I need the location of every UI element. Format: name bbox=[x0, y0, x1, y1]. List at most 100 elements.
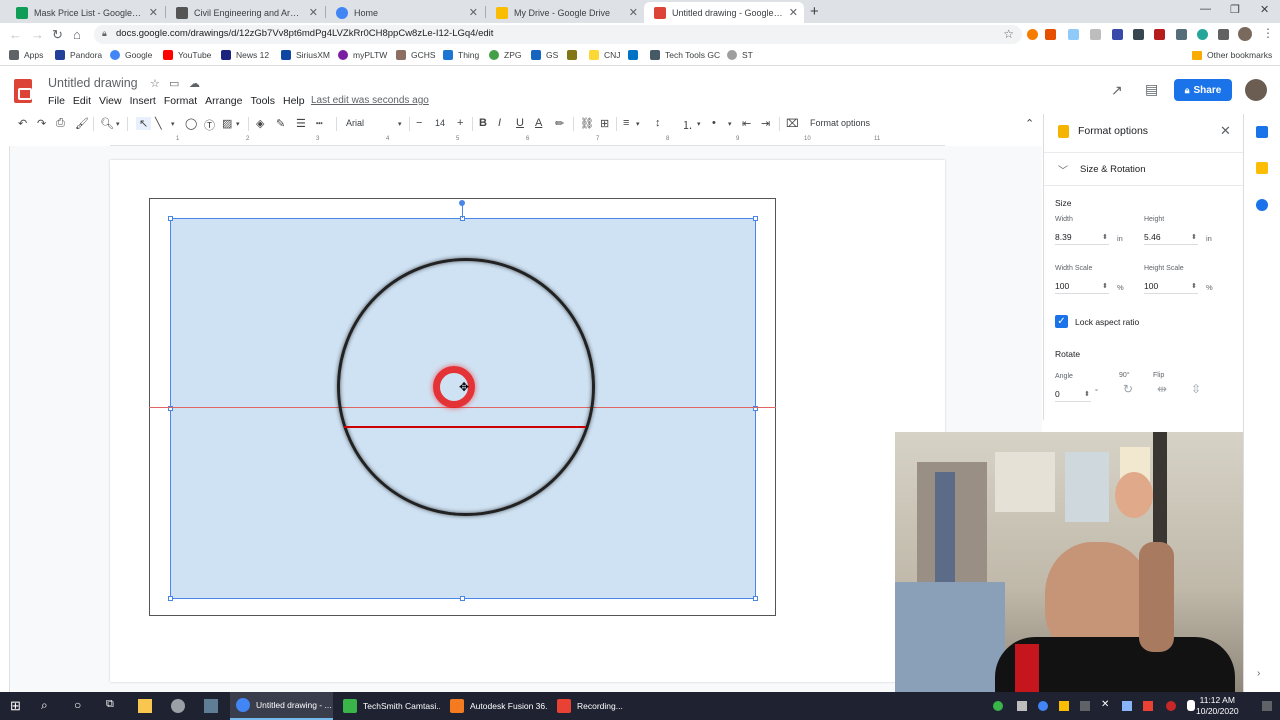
bookmark-gs[interactable]: GS bbox=[531, 50, 558, 60]
link-icon[interactable]: ⛓ bbox=[580, 117, 594, 130]
line-tool-icon[interactable]: ╲ bbox=[155, 117, 162, 130]
tray-app-icon[interactable] bbox=[1166, 701, 1176, 711]
lock-aspect-checkbox[interactable]: ✓ bbox=[1055, 315, 1068, 328]
bookmark-siriusxm[interactable]: SiriusXM bbox=[281, 50, 330, 60]
share-button[interactable]: 🔒︎ Share bbox=[1174, 79, 1232, 101]
rotation-handle[interactable] bbox=[459, 200, 465, 206]
image-dropdown-icon[interactable]: ▾ bbox=[236, 120, 240, 128]
clear-formatting-icon[interactable]: ⌧ bbox=[786, 117, 799, 130]
angle-spinner-icon[interactable]: ⬍ bbox=[1084, 390, 1090, 398]
taskbar-task-fusion[interactable]: Autodesk Fusion 36... bbox=[444, 692, 547, 720]
minimize-icon[interactable]: — bbox=[1200, 3, 1211, 15]
font-size-input[interactable]: 14 bbox=[435, 118, 445, 128]
restore-icon[interactable]: ❐ bbox=[1230, 3, 1240, 16]
activity-trend-icon[interactable]: ↗ bbox=[1111, 82, 1123, 99]
decrease-font-icon[interactable]: − bbox=[416, 117, 422, 129]
font-family-select[interactable]: Arial bbox=[346, 118, 364, 128]
close-tab-icon[interactable]: ✕ bbox=[629, 6, 638, 19]
browser-menu-icon[interactable]: ⋮ bbox=[1262, 26, 1274, 40]
size-rotation-section-header[interactable]: ﹀ Size & Rotation bbox=[1044, 152, 1244, 186]
tray-tools-icon[interactable]: ✕ bbox=[1101, 699, 1115, 713]
print-icon[interactable]: ⎙ bbox=[56, 117, 65, 130]
text-color-icon[interactable]: A bbox=[535, 117, 542, 129]
bulleted-list-dropdown-icon[interactable]: ▾ bbox=[728, 120, 732, 128]
redo-icon[interactable]: ↷ bbox=[37, 117, 46, 130]
bulleted-list-icon[interactable]: • bbox=[712, 117, 716, 129]
underline-icon[interactable]: U bbox=[516, 117, 524, 129]
calendar-icon[interactable] bbox=[1256, 126, 1268, 138]
tray-app-icon[interactable] bbox=[993, 701, 1003, 711]
new-tab-icon[interactable]: + bbox=[810, 3, 819, 20]
menu-edit[interactable]: Edit bbox=[73, 95, 91, 107]
tray-app-icon[interactable] bbox=[1143, 701, 1153, 711]
close-tab-icon[interactable]: ✕ bbox=[469, 6, 478, 19]
forward-icon[interactable]: → bbox=[31, 27, 44, 42]
image-tool-icon[interactable]: ▨ bbox=[222, 117, 232, 130]
line-spacing-icon[interactable]: ↕ bbox=[655, 117, 661, 129]
italic-icon[interactable]: I bbox=[498, 117, 501, 129]
system-clock[interactable]: 11:12 AM 10/20/2020 bbox=[1196, 695, 1239, 717]
task-view-icon[interactable]: ⧉ bbox=[106, 698, 120, 712]
zoom-icon[interactable]: 🔍︎ bbox=[100, 117, 114, 130]
url-text[interactable]: docs.google.com/drawings/d/12zGb7Vv8pt6m… bbox=[116, 28, 493, 39]
close-panel-icon[interactable]: ✕ bbox=[1220, 123, 1231, 139]
taskbar-task-recording[interactable]: Recording... bbox=[551, 692, 654, 720]
cloud-status-icon[interactable]: ☁ bbox=[189, 77, 200, 90]
taskbar-task-chrome[interactable]: Untitled drawing - ... bbox=[230, 692, 333, 720]
resize-handle[interactable] bbox=[168, 596, 173, 601]
tasks-icon[interactable] bbox=[1256, 199, 1268, 211]
lock-icon[interactable]: 🔒︎ bbox=[102, 28, 107, 39]
keep-icon[interactable] bbox=[1256, 162, 1268, 174]
menu-file[interactable]: File bbox=[48, 95, 65, 107]
user-avatar[interactable] bbox=[1245, 79, 1267, 101]
width-scale-input[interactable]: 100 bbox=[1055, 278, 1109, 294]
font-dropdown-icon[interactable]: ▾ bbox=[398, 120, 402, 128]
move-folder-icon[interactable]: ▭ bbox=[169, 77, 179, 90]
browser-tab-sheets[interactable]: Mask Price List - Google Sheets ✕ bbox=[6, 2, 164, 23]
back-icon[interactable]: ← bbox=[9, 27, 22, 42]
resize-handle[interactable] bbox=[753, 216, 758, 221]
bookmark-thing[interactable]: Thing bbox=[443, 50, 479, 60]
shape-tool-icon[interactable]: ◯ bbox=[185, 117, 197, 130]
bold-icon[interactable]: B bbox=[479, 117, 487, 129]
menu-arrange[interactable]: Arrange bbox=[205, 95, 242, 107]
bookmark-apps[interactable]: Apps bbox=[9, 50, 43, 60]
zoom-dropdown-icon[interactable]: ▾ bbox=[116, 120, 120, 128]
bookmark-pandora[interactable]: Pandora bbox=[55, 50, 102, 60]
width-scale-spinner-icon[interactable]: ⬍ bbox=[1102, 282, 1108, 290]
taskbar-task-camtasia[interactable]: TechSmith Camtasi... bbox=[337, 692, 440, 720]
bookmark-cnj[interactable]: CNJ bbox=[589, 50, 621, 60]
comment-icon[interactable]: ▤ bbox=[1145, 81, 1158, 98]
extension-icon[interactable] bbox=[1045, 29, 1056, 40]
extension-icon[interactable] bbox=[1068, 29, 1079, 40]
bookmark-st[interactable]: ST bbox=[727, 50, 753, 60]
taskbar-app-icon[interactable] bbox=[171, 699, 185, 713]
red-chord-line-shape[interactable] bbox=[344, 426, 586, 428]
paint-format-icon[interactable]: 🖌︎ bbox=[75, 117, 89, 130]
bookmark-gchs[interactable]: GCHS bbox=[396, 50, 436, 60]
increase-indent-icon[interactable]: ⇥ bbox=[761, 117, 770, 130]
close-tab-icon[interactable]: ✕ bbox=[149, 6, 158, 19]
bookmark-star-icon[interactable]: ☆ bbox=[1003, 27, 1014, 41]
line-dropdown-icon[interactable]: ▾ bbox=[171, 120, 175, 128]
last-edit-link[interactable]: Last edit was seconds ago bbox=[311, 95, 429, 106]
bookmark-youtube[interactable]: YouTube bbox=[163, 50, 211, 60]
cortana-icon[interactable]: ○ bbox=[74, 698, 88, 712]
menu-insert[interactable]: Insert bbox=[130, 95, 156, 107]
drawings-logo-icon[interactable] bbox=[14, 79, 32, 103]
flip-vertical-icon[interactable]: ⇳ bbox=[1191, 382, 1201, 396]
bookmark-news12[interactable]: News 12 bbox=[221, 50, 269, 60]
search-icon[interactable]: ⌕ bbox=[41, 698, 55, 712]
tray-chrome-icon[interactable] bbox=[1038, 701, 1048, 711]
height-spinner-icon[interactable]: ⬍ bbox=[1191, 233, 1197, 241]
resize-handle[interactable] bbox=[168, 216, 173, 221]
document-title[interactable]: Untitled drawing bbox=[48, 76, 138, 90]
height-input[interactable]: 5.46 bbox=[1144, 229, 1198, 245]
calculator-icon[interactable] bbox=[204, 699, 218, 713]
increase-font-icon[interactable]: + bbox=[457, 117, 463, 129]
align-dropdown-icon[interactable]: ▾ bbox=[636, 120, 640, 128]
border-color-icon[interactable]: ✎ bbox=[276, 117, 285, 130]
tray-app-icon[interactable] bbox=[1059, 701, 1069, 711]
browser-tab-drawings[interactable]: Untitled drawing - Google Drawi ✕ bbox=[644, 2, 804, 23]
tray-app-icon[interactable] bbox=[1122, 701, 1132, 711]
